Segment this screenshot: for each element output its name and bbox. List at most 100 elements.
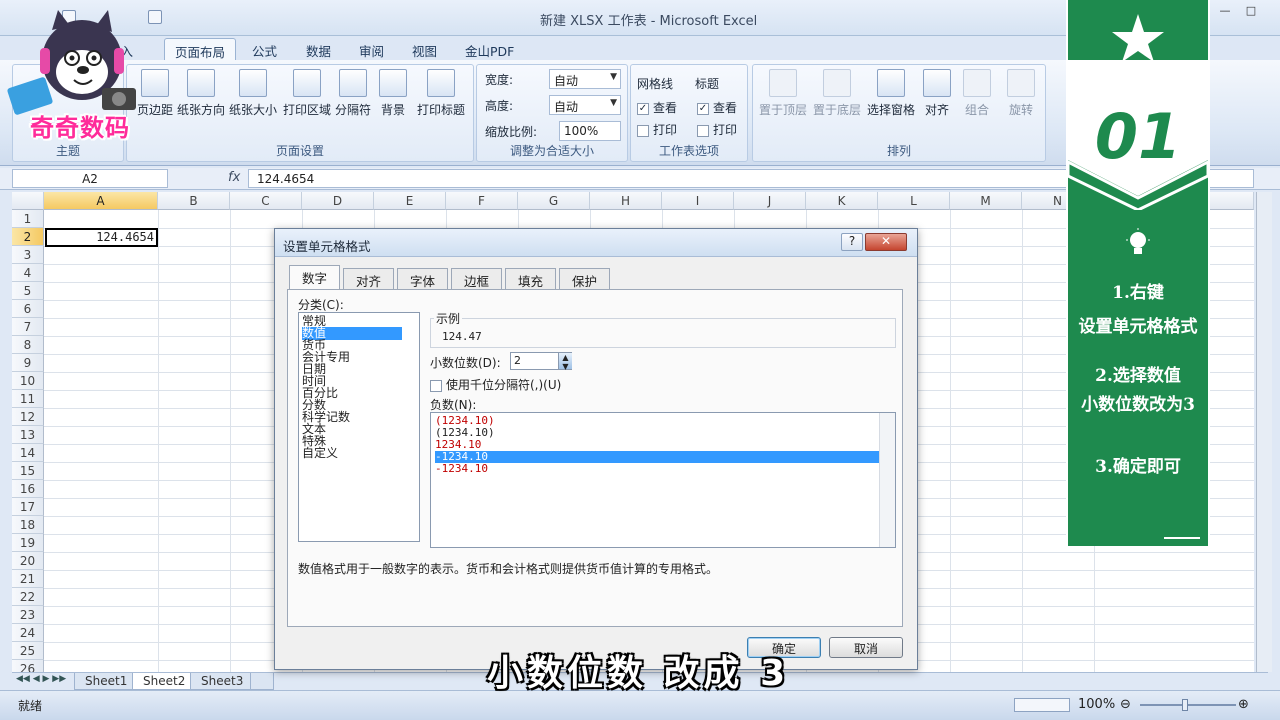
list-item[interactable]: (1234.10) bbox=[435, 415, 879, 427]
row-header[interactable]: 17 bbox=[12, 498, 44, 516]
row-header[interactable]: 23 bbox=[12, 606, 44, 624]
row-header[interactable]: 22 bbox=[12, 588, 44, 606]
tab-review[interactable]: 审阅 bbox=[349, 38, 394, 60]
select-all-corner[interactable] bbox=[12, 192, 44, 210]
headings-view-checkbox[interactable]: ✓ 查看 bbox=[697, 99, 737, 116]
row-header[interactable]: 9 bbox=[12, 354, 44, 372]
background-button[interactable]: 背景 bbox=[377, 69, 409, 118]
height-combo[interactable]: 自动 ▼ bbox=[549, 95, 621, 115]
align-button[interactable]: 对齐 bbox=[919, 69, 955, 118]
list-item[interactable]: -1234.10 bbox=[435, 463, 879, 475]
row-header[interactable]: 11 bbox=[12, 390, 44, 408]
group-button[interactable]: 组合 bbox=[959, 69, 995, 118]
tab-formulas[interactable]: 公式 bbox=[242, 38, 287, 60]
negative-numbers-list[interactable]: (1234.10) (1234.10) 1234.10 -1234.10 -12… bbox=[430, 412, 896, 548]
sheet-nav-icon[interactable]: ◀◀ ◀ ▶ ▶▶ bbox=[16, 674, 66, 684]
zoom-out-icon[interactable]: ⊖ bbox=[1120, 697, 1131, 712]
tab-protection[interactable]: 保护 bbox=[559, 268, 611, 289]
tab-kingsoft-pdf[interactable]: 金山PDF bbox=[455, 38, 524, 60]
row-header[interactable]: 14 bbox=[12, 444, 44, 462]
row-header[interactable]: 20 bbox=[12, 552, 44, 570]
row-header[interactable]: 26 bbox=[12, 660, 44, 672]
tab-font[interactable]: 字体 bbox=[397, 268, 449, 289]
print-area-button[interactable]: 打印区域 bbox=[281, 69, 333, 118]
column-header[interactable]: E bbox=[374, 192, 446, 210]
sheet-tab[interactable]: Sheet1 bbox=[74, 673, 139, 690]
row-header[interactable]: 21 bbox=[12, 570, 44, 588]
tab-number[interactable]: 数字 bbox=[289, 265, 341, 290]
category-list[interactable]: 常规 数值 货币 会计专用 日期 时间 百分比 分数 科学记数 文本 特殊 自定… bbox=[298, 312, 420, 542]
tab-fill[interactable]: 填充 bbox=[505, 268, 557, 289]
column-header[interactable]: D bbox=[302, 192, 374, 210]
function-icon[interactable]: fx bbox=[228, 170, 240, 185]
row-header[interactable]: 4 bbox=[12, 264, 44, 282]
tab-page-layout[interactable]: 页面布局 bbox=[164, 38, 237, 60]
orientation-button[interactable]: 纸张方向 bbox=[175, 69, 227, 118]
list-item[interactable]: 1234.10 bbox=[435, 439, 879, 451]
selection-pane-button[interactable]: 选择窗格 bbox=[865, 69, 917, 118]
thousands-separator-checkbox[interactable]: 使用千位分隔符(,)(U) bbox=[430, 376, 561, 393]
column-header[interactable]: M bbox=[950, 192, 1022, 210]
help-button[interactable]: ? bbox=[841, 233, 863, 251]
gridlines-view-checkbox[interactable]: ✓ 查看 bbox=[637, 99, 677, 116]
width-combo[interactable]: 自动 ▼ bbox=[549, 69, 621, 89]
row-header[interactable]: 24 bbox=[12, 624, 44, 642]
view-buttons[interactable] bbox=[1014, 698, 1070, 712]
cell-a2[interactable]: 124.4654 bbox=[45, 228, 158, 247]
bring-forward-button[interactable]: 置于顶层 bbox=[757, 69, 809, 118]
print-titles-button[interactable]: 打印标题 bbox=[413, 69, 469, 118]
headings-print-checkbox[interactable]: 打印 bbox=[697, 121, 737, 138]
list-item-selected[interactable]: -1234.10 bbox=[435, 451, 879, 463]
cancel-button[interactable]: 取消 bbox=[829, 637, 903, 658]
send-backward-button[interactable]: 置于底层 bbox=[811, 69, 863, 118]
row-header[interactable]: 8 bbox=[12, 336, 44, 354]
column-header[interactable]: B bbox=[158, 192, 230, 210]
tab-border[interactable]: 边框 bbox=[451, 268, 503, 289]
sheet-tab[interactable]: Sheet3 bbox=[190, 673, 255, 690]
zoom-spinner[interactable]: 100% bbox=[559, 121, 621, 141]
column-header[interactable]: J bbox=[734, 192, 806, 210]
name-box[interactable]: A2 bbox=[12, 169, 168, 188]
tab-alignment[interactable]: 对齐 bbox=[343, 268, 395, 289]
row-header[interactable]: 13 bbox=[12, 426, 44, 444]
gridlines-print-checkbox[interactable]: 打印 bbox=[637, 121, 677, 138]
column-header[interactable]: K bbox=[806, 192, 878, 210]
minimize-icon[interactable]: — bbox=[1212, 4, 1238, 20]
row-header[interactable]: 19 bbox=[12, 534, 44, 552]
zoom-slider-thumb[interactable] bbox=[1182, 699, 1188, 711]
maximize-icon[interactable]: □ bbox=[1238, 4, 1264, 20]
row-header[interactable]: 15 bbox=[12, 462, 44, 480]
column-header[interactable]: G bbox=[518, 192, 590, 210]
row-header[interactable]: 10 bbox=[12, 372, 44, 390]
column-header[interactable]: H bbox=[590, 192, 662, 210]
row-header[interactable]: 12 bbox=[12, 408, 44, 426]
row-header[interactable]: 5 bbox=[12, 282, 44, 300]
row-header[interactable]: 3 bbox=[12, 246, 44, 264]
decimal-spinner-icon[interactable]: ▲ ▼ bbox=[558, 353, 572, 371]
sheet-tab-active[interactable]: Sheet2 bbox=[132, 673, 197, 690]
list-item[interactable]: (1234.10) bbox=[435, 427, 879, 439]
zoom-in-icon[interactable]: ⊕ bbox=[1238, 697, 1249, 712]
insert-sheet-icon[interactable] bbox=[250, 673, 274, 690]
vertical-scrollbar[interactable] bbox=[1256, 192, 1272, 672]
rotate-button[interactable]: 旋转 bbox=[1003, 69, 1039, 118]
column-header[interactable]: I bbox=[662, 192, 734, 210]
zoom-level[interactable]: 100% bbox=[1078, 697, 1115, 712]
row-header[interactable]: 25 bbox=[12, 642, 44, 660]
tab-view[interactable]: 视图 bbox=[402, 38, 447, 60]
row-header[interactable]: 2 bbox=[12, 228, 44, 246]
column-header[interactable]: F bbox=[446, 192, 518, 210]
column-header[interactable]: L bbox=[878, 192, 950, 210]
zoom-slider[interactable] bbox=[1140, 704, 1236, 706]
tab-data[interactable]: 数据 bbox=[296, 38, 341, 60]
breaks-button[interactable]: 分隔符 bbox=[333, 69, 373, 118]
row-header[interactable]: 18 bbox=[12, 516, 44, 534]
size-button[interactable]: 纸张大小 bbox=[227, 69, 279, 118]
negative-list-scrollbar[interactable] bbox=[879, 413, 895, 547]
close-button[interactable]: ✕ bbox=[865, 233, 907, 251]
column-header[interactable]: A bbox=[44, 192, 158, 210]
list-item[interactable]: 自定义 bbox=[302, 447, 402, 460]
row-header[interactable]: 1 bbox=[12, 210, 44, 228]
row-header[interactable]: 16 bbox=[12, 480, 44, 498]
row-header[interactable]: 7 bbox=[12, 318, 44, 336]
